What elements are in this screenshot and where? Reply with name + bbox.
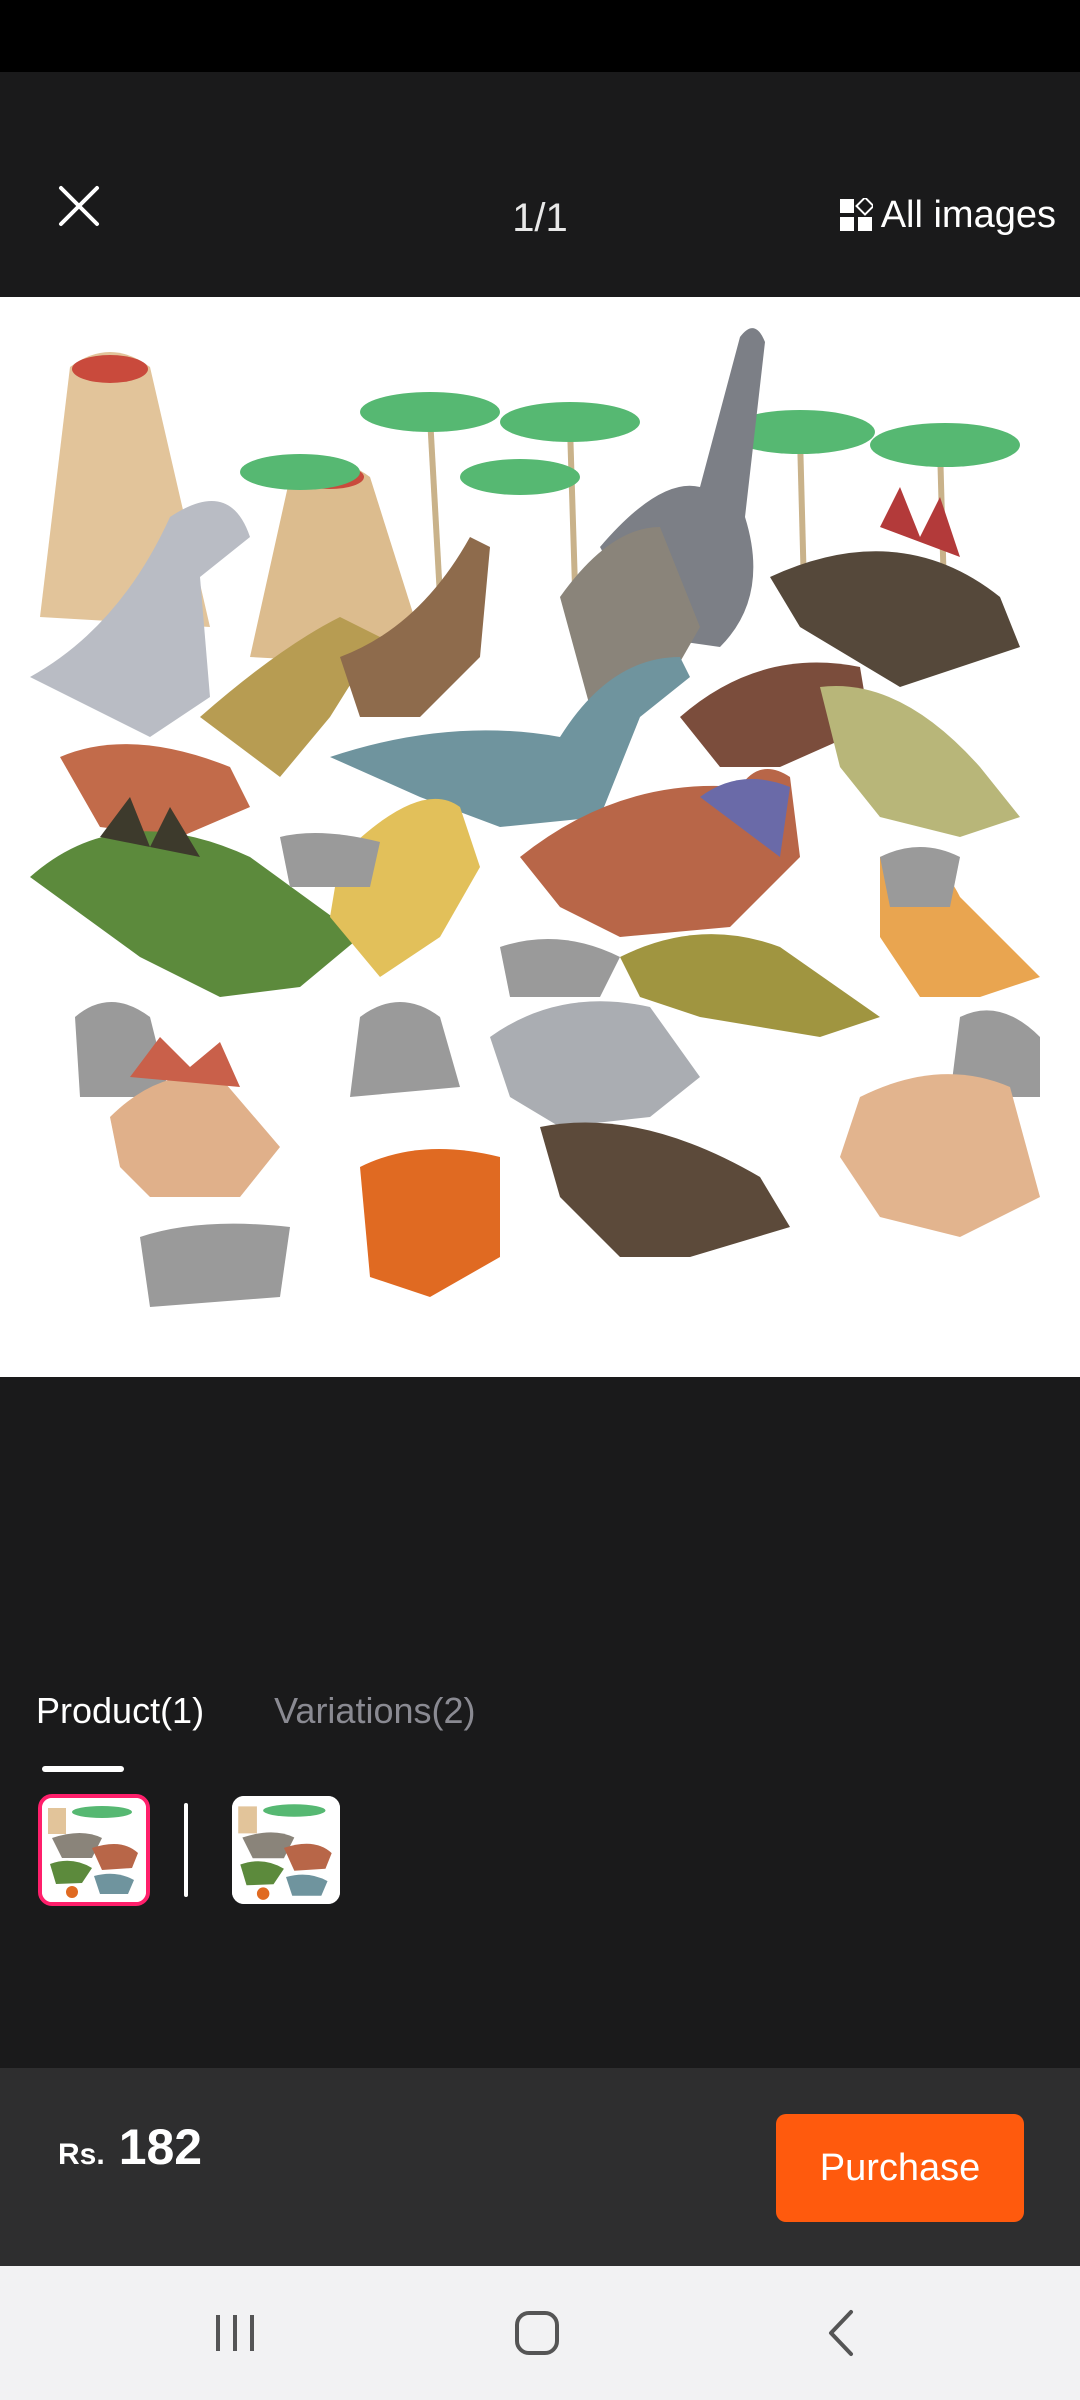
image-counter: 1/1 bbox=[512, 196, 568, 240]
active-tab-indicator bbox=[42, 1766, 124, 1772]
price-amount: 182 bbox=[118, 2119, 203, 2175]
close-icon bbox=[59, 186, 99, 226]
thumbnail-variation-1[interactable] bbox=[232, 1796, 340, 1904]
all-images-label: All images bbox=[880, 193, 1056, 236]
purchase-button[interactable]: Purchase bbox=[776, 2114, 1024, 2222]
back-button[interactable] bbox=[796, 2300, 886, 2366]
close-button[interactable] bbox=[48, 175, 110, 237]
home-button[interactable] bbox=[492, 2300, 582, 2366]
status-bar bbox=[0, 0, 1080, 72]
top-bar bbox=[0, 72, 1080, 297]
thumbnail-divider bbox=[184, 1803, 188, 1897]
home-icon bbox=[515, 2311, 559, 2355]
tab-product[interactable]: Product(1) bbox=[36, 1690, 204, 1762]
tab-variations[interactable]: Variations(2) bbox=[274, 1690, 475, 1762]
recents-icon bbox=[216, 2315, 254, 2351]
thumbnail-product-1[interactable] bbox=[38, 1794, 150, 1906]
gallery-grid-icon bbox=[839, 198, 873, 231]
back-icon bbox=[829, 2310, 853, 2356]
tab-bar: Product(1) Variations(2) bbox=[36, 1690, 476, 1770]
recents-button[interactable] bbox=[190, 2300, 280, 2366]
all-images-button[interactable]: All images bbox=[839, 190, 1056, 240]
price: Rs. 182 bbox=[58, 2118, 202, 2188]
thumbnail-strip bbox=[38, 1794, 340, 1906]
price-currency: Rs. bbox=[58, 2138, 105, 2171]
product-image[interactable] bbox=[0, 297, 1080, 1377]
